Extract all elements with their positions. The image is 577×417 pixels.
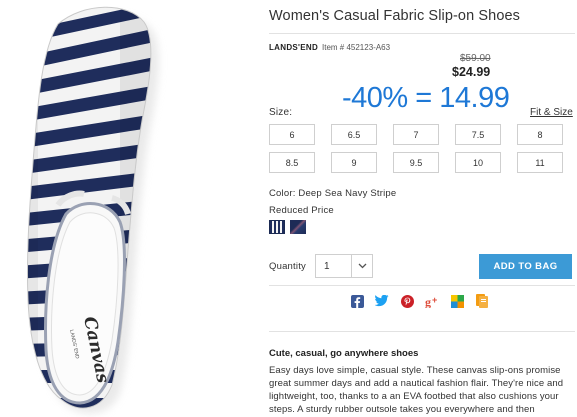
color-label: Color: Deep Sea Navy Stripe: [269, 188, 397, 199]
size-label: Size:: [269, 107, 293, 118]
shoe-illustration: Canvas LANDS' END: [26, 6, 159, 414]
size-option[interactable]: 9: [331, 152, 377, 173]
wishlist-icon[interactable]: [450, 294, 464, 308]
google-plus-icon[interactable]: g +: [425, 294, 439, 308]
swatch-navy-stripe[interactable]: [269, 220, 285, 234]
size-option[interactable]: 9.5: [393, 152, 439, 173]
swatch-navy-print[interactable]: [290, 220, 306, 234]
size-option[interactable]: 11: [517, 152, 563, 173]
size-option[interactable]: 7.5: [455, 124, 501, 145]
svg-text:g: g: [425, 295, 431, 308]
size-option[interactable]: 10: [455, 152, 501, 173]
product-title: Women's Casual Fabric Slip-on Shoes: [269, 8, 520, 24]
size-option[interactable]: 8.5: [269, 152, 315, 173]
description-heading: Cute, casual, go anywhere shoes: [269, 348, 419, 359]
chevron-down-icon: [352, 255, 372, 277]
pinterest-icon[interactable]: [400, 294, 414, 308]
bookmark-icon[interactable]: [475, 294, 489, 308]
size-option[interactable]: 8: [517, 124, 563, 145]
quantity-select[interactable]: 1: [315, 254, 373, 278]
title-divider: [269, 33, 575, 34]
description-body: Easy days love simple, casual style. The…: [269, 365, 564, 415]
fit-size-link[interactable]: Fit & Size: [530, 107, 573, 118]
purchase-divider: [269, 285, 575, 286]
quantity-label: Quantity: [269, 261, 306, 272]
size-option[interactable]: 7: [393, 124, 439, 145]
svg-text:+: +: [432, 295, 437, 305]
brand-logo: LANDS'END: [269, 43, 319, 52]
add-to-bag-button[interactable]: ADD TO BAG: [479, 254, 572, 279]
size-options: 6 6.5 7 7.5 8 8.5 9 9.5 10 11: [269, 124, 563, 173]
sale-price: $24.99: [452, 65, 491, 79]
reduced-price-label: Reduced Price: [269, 205, 334, 216]
size-option[interactable]: 6.5: [331, 124, 377, 145]
social-share-bar: g +: [350, 294, 489, 308]
product-image[interactable]: Canvas LANDS' END: [0, 0, 255, 417]
facebook-icon[interactable]: [350, 294, 364, 308]
description-divider: [269, 331, 575, 332]
size-option[interactable]: 6: [269, 124, 315, 145]
original-price: $59.00: [460, 53, 491, 64]
promo-annotation: -40% = 14.99: [342, 82, 510, 114]
item-number: Item # 452123-A63: [322, 43, 391, 52]
quantity-value: 1: [316, 255, 352, 277]
twitter-icon[interactable]: [375, 294, 389, 308]
